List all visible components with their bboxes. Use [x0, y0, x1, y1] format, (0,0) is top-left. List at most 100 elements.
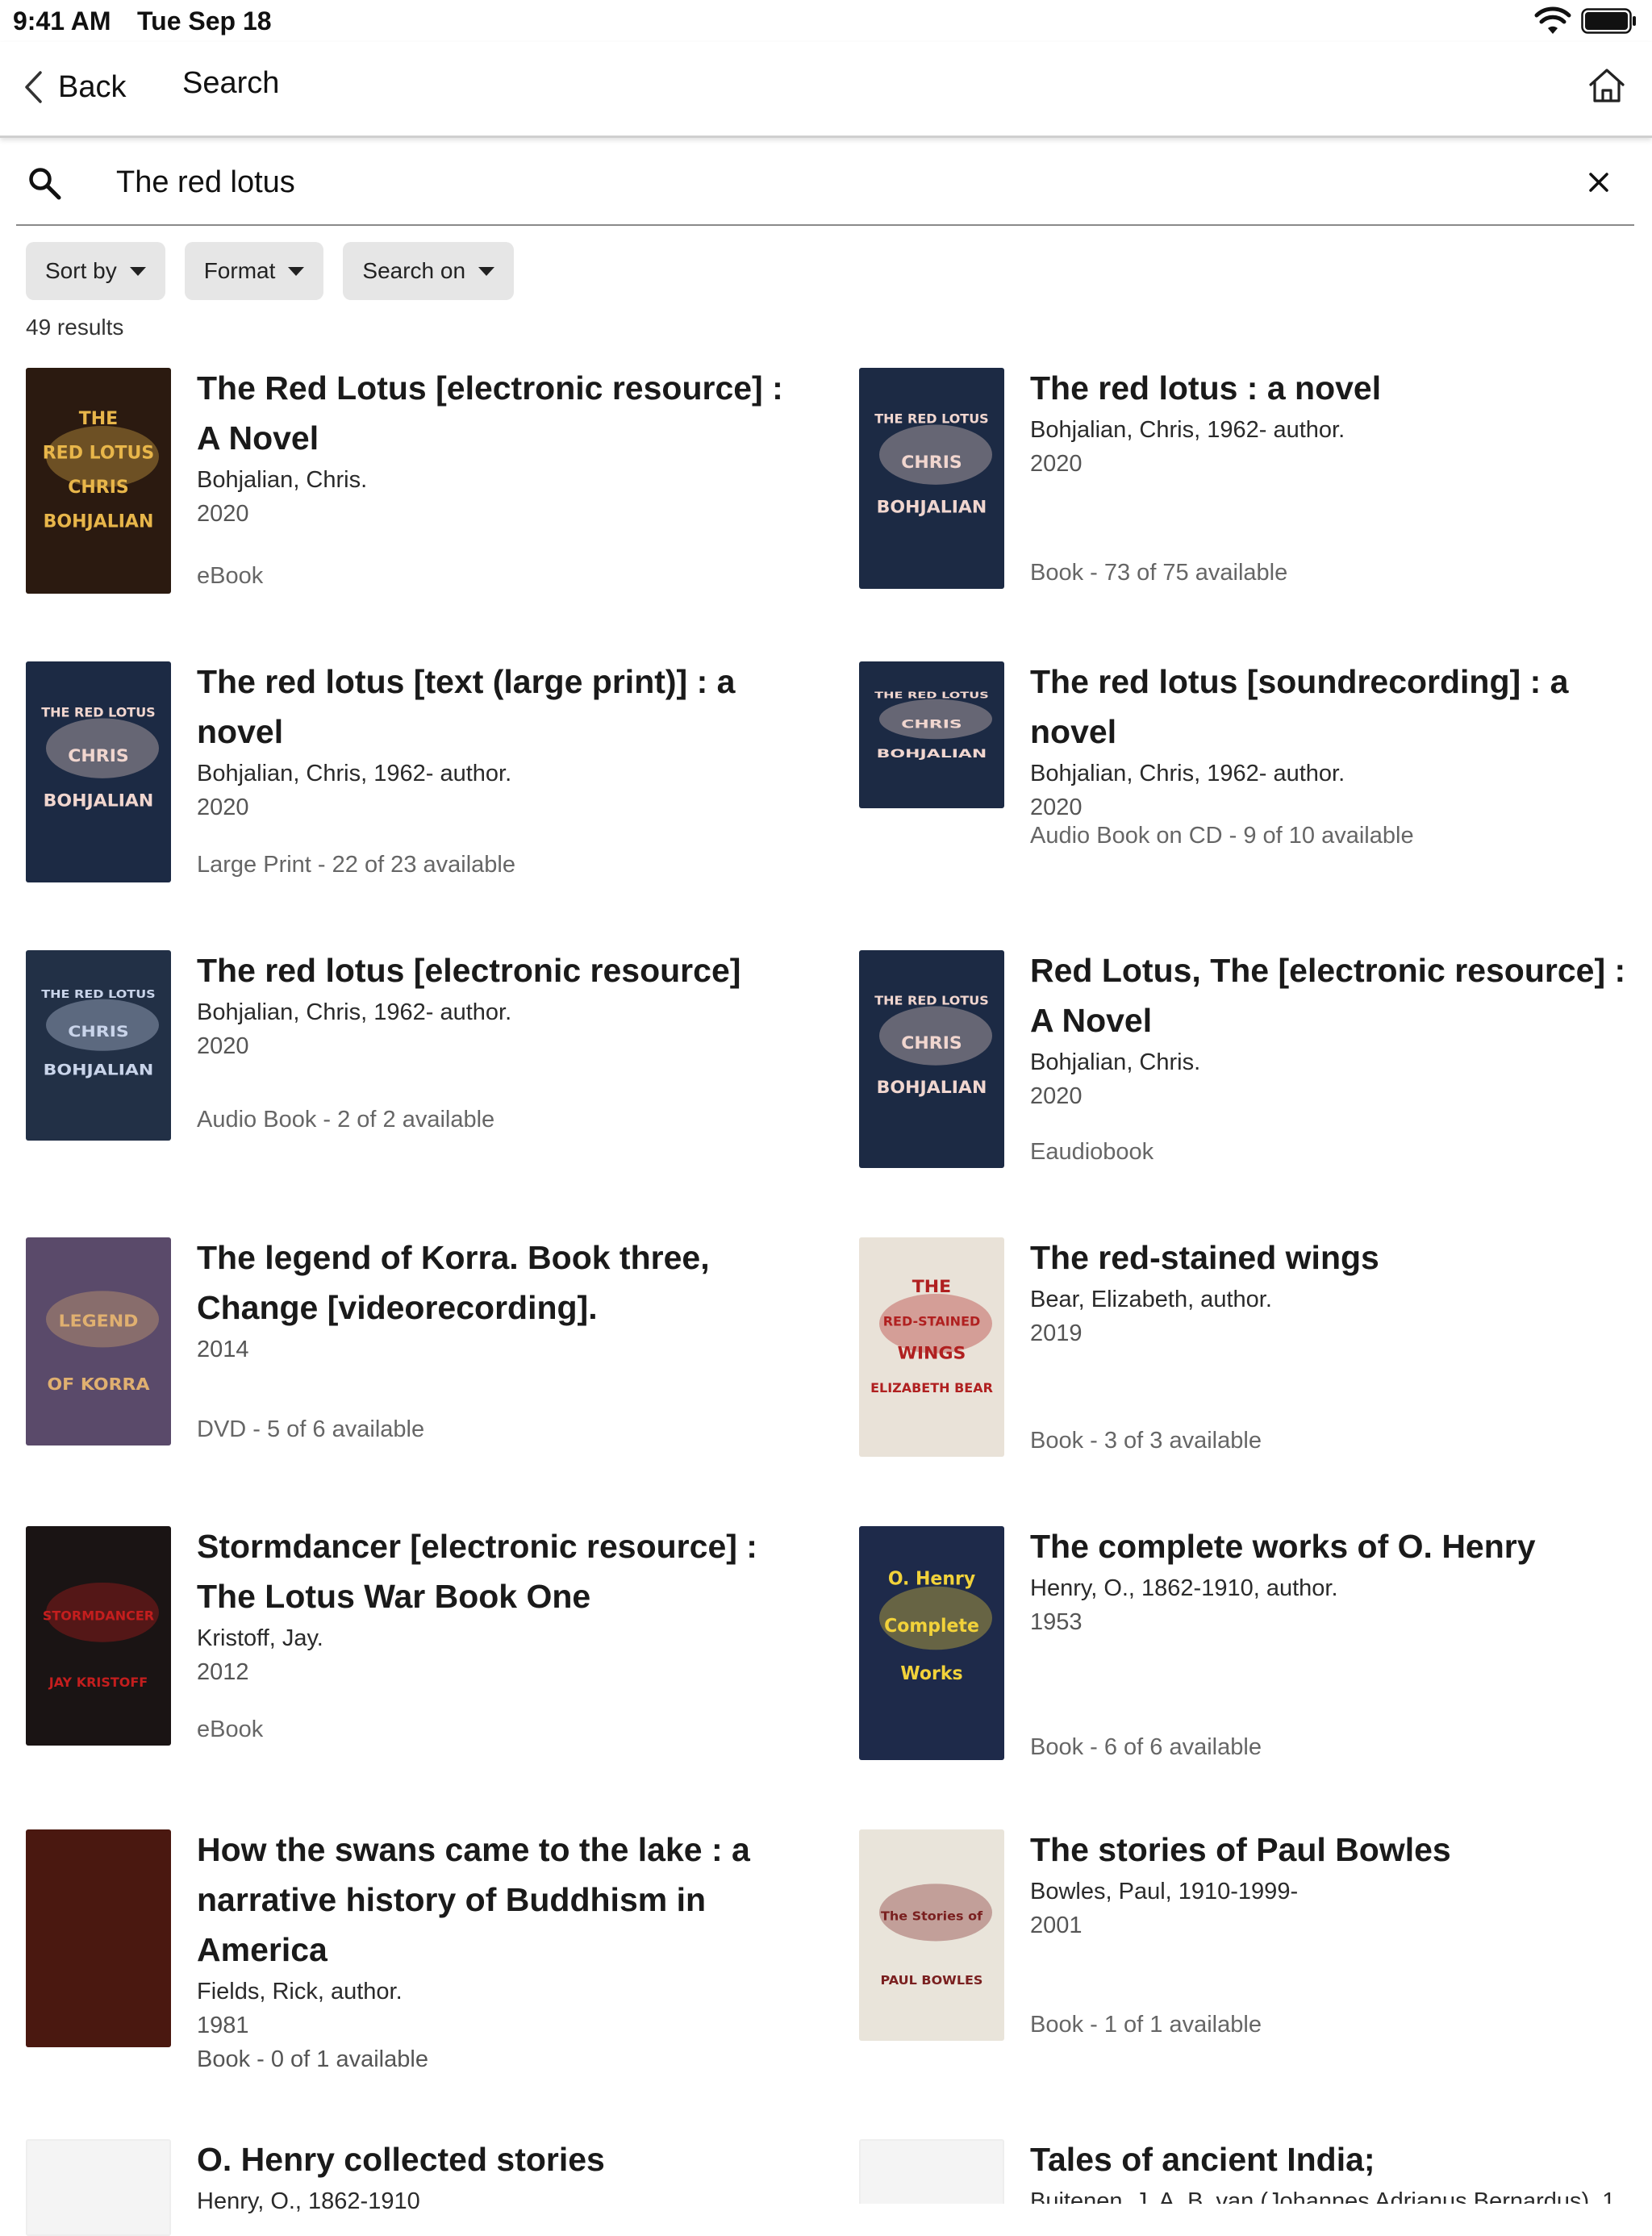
cover-art: THE RED LOTUS CHRIS BOHJALIAN	[26, 661, 171, 882]
result-format: Eaudiobook	[1030, 1139, 1154, 1165]
cover-art: O. Henry Complete Works	[859, 1526, 1004, 1760]
result-author: Kristoff, Jay.	[197, 1625, 323, 1651]
cover-text: OF KORRA	[48, 1375, 151, 1394]
result-author: Bohjalian, Chris.	[1030, 1049, 1201, 1075]
result-format: eBook	[197, 563, 264, 589]
result-item[interactable]: THE RED-STAINED WINGS ELIZABETH BEAR The re…	[859, 1237, 1633, 1504]
result-format: Book - 1 of 1 available	[1030, 2012, 1262, 2038]
cover-text: CHRIS	[901, 1033, 962, 1053]
result-item[interactable]: O. Henry collected stories Henry, O., 18…	[26, 2139, 800, 2236]
result-format: Book - 6 of 6 available	[1030, 1734, 1262, 1760]
cover-text: BOHJALIAN	[44, 512, 154, 532]
cover-art	[27, 2141, 169, 2234]
cover-text: WINGS	[898, 1344, 966, 1364]
format-label: Format	[203, 258, 276, 283]
result-item[interactable]: How the swans came to the lake : a narra…	[26, 1829, 800, 2072]
home-icon[interactable]	[1584, 63, 1629, 108]
cover-background	[26, 1829, 171, 2047]
result-format: Audio Book on CD - 9 of 10 available	[1030, 823, 1414, 849]
cover-image: THE RED LOTUS CHRIS BOHJALIAN	[26, 661, 171, 882]
result-format: Book - 73 of 75 available	[1030, 560, 1288, 586]
search-input[interactable]	[116, 160, 1487, 205]
cover-art: THE RED LOTUS CHRIS BOHJALIAN	[859, 368, 1004, 589]
format-dropdown[interactable]: Format	[184, 242, 324, 300]
result-author: Bohjalian, Chris, 1962- author.	[1030, 761, 1345, 786]
cover-text: LEGEND	[59, 1311, 139, 1330]
result-title: The red lotus [soundrecording] : a novel	[1030, 663, 1569, 750]
result-format: Book - 3 of 3 available	[1030, 1428, 1262, 1454]
cover-text: CHRIS	[901, 718, 962, 731]
cover-text: RED LOTUS	[43, 444, 155, 464]
sort-by-label: Sort by	[45, 258, 117, 283]
result-year: 2014	[197, 1337, 249, 1362]
cover-text: Works	[900, 1663, 962, 1684]
result-item[interactable]: The Stories of PAUL BOWLES The stories of…	[859, 1829, 1633, 2096]
caret-down-icon	[288, 266, 305, 276]
result-format: Book - 0 of 1 available	[197, 2046, 428, 2072]
result-author: Bohjalian, Chris, 1962- author.	[197, 761, 512, 786]
result-item[interactable]: THE RED LOTUS CHRIS BOHJALIAN Red Lotus, T…	[859, 950, 1633, 1216]
result-year: 2020	[1030, 1083, 1083, 1109]
search-on-label: Search on	[362, 258, 466, 283]
result-item[interactable]: LEGEND OF KORRA The legend of Korra. Book…	[26, 1237, 800, 1504]
search-bar	[16, 142, 1634, 226]
sort-by-dropdown[interactable]: Sort by	[26, 242, 165, 300]
result-format: eBook	[197, 1717, 264, 1742]
cover-text: THE RED LOTUS	[874, 411, 988, 427]
cover-text: THE RED LOTUS	[874, 690, 988, 700]
chevron-left-icon	[25, 71, 42, 103]
result-item[interactable]: STORMDANCER JAY KRISTOFF Stormdancer [ele…	[26, 1526, 800, 1792]
cover-text: THE RED LOTUS	[41, 705, 155, 720]
cover-art: LEGEND OF KORRA	[26, 1237, 171, 1445]
cover-text: ELIZABETH BEAR	[870, 1380, 993, 1395]
close-icon[interactable]	[1586, 169, 1612, 195]
status-date: Tue Sep 18	[137, 6, 272, 35]
result-item[interactable]: THE RED LOTUS CHRIS BOHJALIAN The Red Lotus…	[26, 368, 800, 634]
cover-image: THE RED-STAINED WINGS ELIZABETH BEAR	[859, 1237, 1004, 1457]
battery-icon	[1581, 8, 1636, 34]
result-title: The legend of Korra. Book three, Change …	[197, 1239, 710, 1326]
cover-text: CHRIS	[68, 746, 128, 766]
result-item[interactable]: THE RED LOTUS CHRIS BOHJALIAN The red lotu…	[26, 950, 800, 1216]
cover-text: BOHJALIAN	[877, 1078, 987, 1098]
cover-art	[26, 1829, 171, 2047]
cover-text: BOHJALIAN	[44, 791, 154, 811]
result-author: Bear, Elizabeth, author.	[1030, 1287, 1272, 1312]
cover-image: THE RED LOTUS CHRIS BOHJALIAN	[859, 950, 1004, 1168]
result-author: Henry, O., 1862-1910	[197, 2188, 420, 2214]
result-item[interactable]: THE RED LOTUS CHRIS BOHJALIAN The red lotu…	[859, 368, 1633, 634]
cover-art: The Stories of PAUL BOWLES	[859, 1829, 1004, 2041]
cover-image: THE RED LOTUS CHRIS BOHJALIAN	[859, 368, 1004, 589]
cover-text: THE	[912, 1277, 951, 1297]
cover-image	[26, 2139, 171, 2236]
result-item[interactable]: Tales of ancient India; Buitenen, J. A. …	[859, 2139, 1652, 2204]
search-on-dropdown[interactable]: Search on	[343, 242, 515, 300]
result-title: Tales of ancient India;	[1030, 2141, 1375, 2178]
cover-art: THE RED LOTUS CHRIS BOHJALIAN	[26, 950, 171, 1141]
cover-text: BOHJALIAN	[877, 748, 987, 761]
back-button[interactable]: Back	[23, 65, 126, 110]
result-author: Bowles, Paul, 1910-1999-	[1030, 1879, 1299, 1904]
result-item[interactable]: THE RED LOTUS CHRIS BOHJALIAN The red lotu…	[859, 661, 1633, 928]
cover-text: BOHJALIAN	[44, 1061, 154, 1078]
result-format: Audio Book - 2 of 2 available	[197, 1107, 495, 1133]
result-item[interactable]: THE RED LOTUS CHRIS BOHJALIAN The red lotu…	[26, 661, 800, 928]
cover-art: THE RED LOTUS CHRIS BOHJALIAN	[859, 661, 1004, 808]
cover-text: THE RED LOTUS	[41, 988, 155, 1000]
result-title: How the swans came to the lake : a narra…	[197, 1831, 750, 1968]
result-year: 2001	[1030, 1913, 1083, 1938]
result-title: The red lotus [text (large print)] : a n…	[197, 663, 736, 750]
result-author: Buitenen, J. A. B. van (Johannes Adrianu…	[1030, 2188, 1616, 2204]
cover-art: THE RED LOTUS CHRIS BOHJALIAN	[859, 950, 1004, 1168]
cover-image: LEGEND OF KORRA	[26, 1237, 171, 1445]
result-count: 49 results	[26, 315, 124, 340]
cover-image: THE RED LOTUS CHRIS BOHJALIAN	[859, 661, 1004, 808]
result-year: 2020	[197, 501, 249, 527]
result-title: Stormdancer [electronic resource] : The …	[197, 1528, 757, 1615]
back-label: Back	[58, 69, 127, 104]
result-item[interactable]: O. Henry Complete Works The complete works…	[859, 1526, 1633, 1792]
cover-art: STORMDANCER JAY KRISTOFF	[26, 1526, 171, 1746]
result-author: Bohjalian, Chris.	[197, 467, 368, 493]
result-year: 2020	[1030, 451, 1083, 477]
result-title: The red-stained wings	[1030, 1239, 1379, 1276]
